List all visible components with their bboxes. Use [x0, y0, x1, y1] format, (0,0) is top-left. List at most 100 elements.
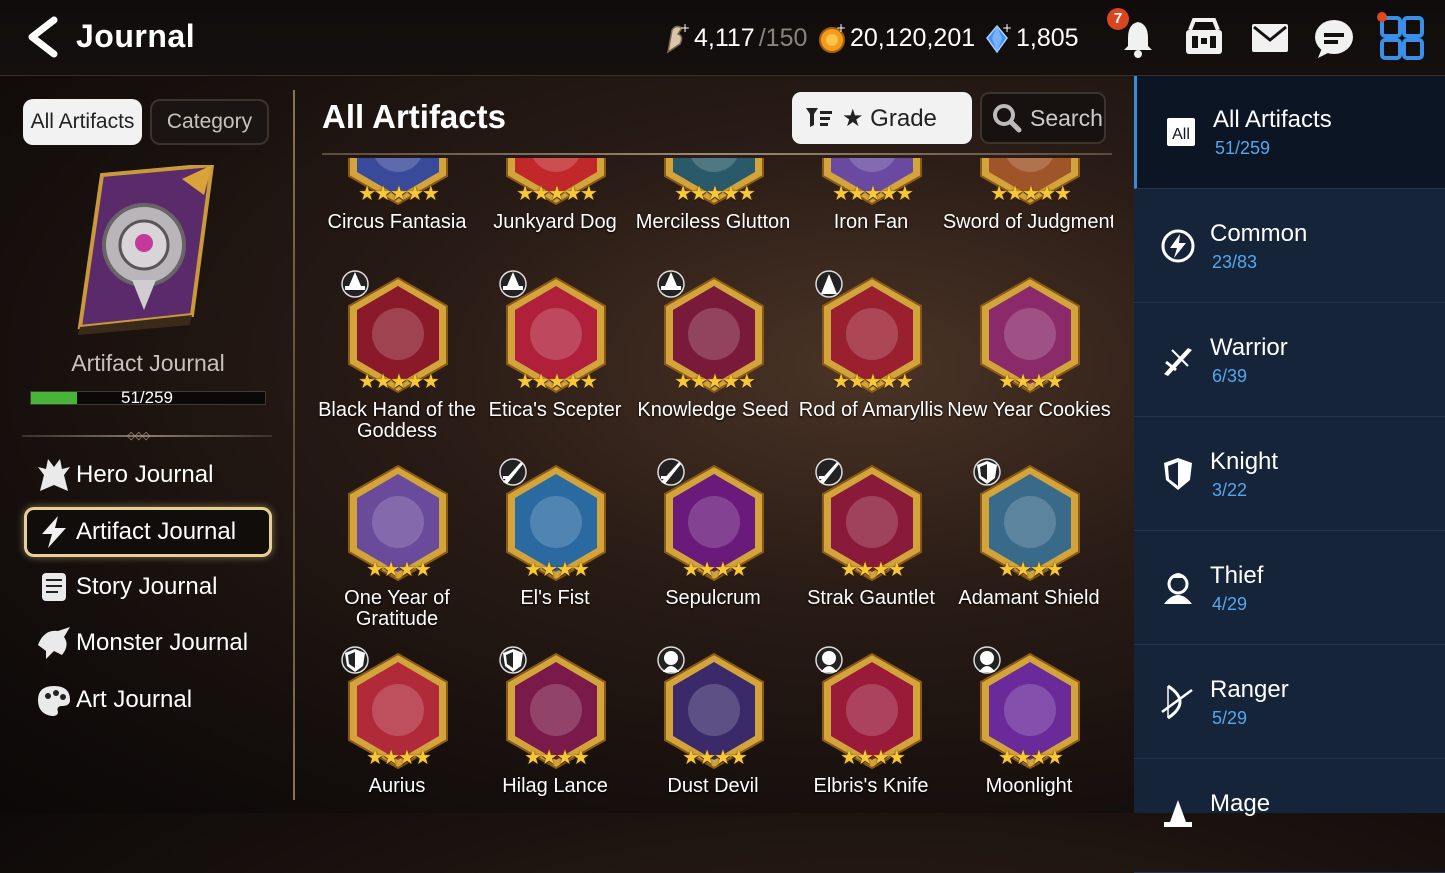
star-rating: ★★★★★ — [674, 183, 756, 205]
nav-label: Art Journal — [76, 686, 193, 713]
search-button[interactable]: Search — [980, 92, 1106, 144]
divider-ornament: ◇◇◇ — [127, 430, 150, 442]
nav-label: Artifact Journal — [76, 518, 237, 545]
search-label: Search — [1030, 104, 1103, 131]
category-common[interactable]: Common 23/83 — [1134, 190, 1445, 303]
artifact-icon: ★★★★★ — [503, 158, 609, 206]
chat-icon[interactable] — [1312, 16, 1356, 60]
artifact-icon: ★★★★ — [815, 458, 925, 582]
artifact-icon: ★★★★ — [973, 458, 1083, 582]
svg-text:+: + — [1002, 22, 1012, 35]
nav-story-journal[interactable]: Story Journal — [24, 562, 272, 612]
grade-sort-button[interactable]: ★ Grade — [792, 92, 972, 144]
menu-grid-icon[interactable] — [1380, 16, 1424, 60]
artifact-card[interactable]: ★★★★ Aurius — [318, 646, 476, 813]
scroll-icon — [42, 573, 66, 601]
artifact-name: Iron Fan — [833, 211, 909, 233]
nav-monster-journal[interactable]: Monster Journal — [24, 618, 272, 668]
artifact-card[interactable]: ★★★★ Hilag Lance — [476, 646, 634, 813]
artifact-card[interactable]: ★★★★★ Etica's Scepter — [476, 270, 634, 456]
knight-class-icon — [499, 646, 527, 674]
back-arrow-icon[interactable] — [22, 16, 62, 58]
artifact-card[interactable]: ★★★★ Sepulcrum — [634, 458, 792, 644]
warrior-class-icon — [657, 458, 685, 486]
palette-icon — [38, 686, 70, 716]
top-bar: Journal + 4,117 /150 + 20,120,201 + 1,80… — [0, 0, 1445, 76]
category-mage[interactable]: Mage — [1134, 760, 1445, 873]
stamina-max: /150 — [758, 23, 808, 52]
artifact-name: Dust Devil — [667, 775, 759, 797]
artifact-name: Moonlight — [985, 775, 1073, 797]
thief-class-icon — [657, 646, 685, 674]
artifact-journal-label: Artifact Journal — [71, 350, 225, 376]
mage-icon — [1164, 800, 1192, 827]
artifact-icon: ★★★★★ — [819, 158, 925, 206]
artifact-card[interactable]: ★★★★★ Iron Fan — [792, 158, 950, 268]
notification-badge: 7 — [1107, 8, 1129, 30]
mage-class-icon — [499, 270, 527, 298]
artifact-name: Etica's Scepter — [488, 399, 622, 421]
artifact-name: Strak Gauntlet — [807, 587, 935, 609]
star-rating: ★★★★★ — [358, 183, 440, 205]
star-rating: ★★★★ — [998, 747, 1064, 769]
category-warrior[interactable]: Warrior 6/39 — [1134, 304, 1445, 417]
artifact-card[interactable]: ★★★★ New Year Cookies — [947, 276, 1111, 456]
star-rating: ★★★★ — [840, 559, 906, 581]
artifact-card[interactable]: ★★★★ Moonlight — [950, 646, 1108, 813]
main-divider — [322, 153, 1112, 155]
category-label: Ranger — [1210, 676, 1289, 703]
artifact-name: Circus Fantasia — [327, 211, 467, 233]
artifact-name: Aurius — [368, 775, 426, 797]
tab-all-artifacts[interactable]: All Artifacts — [23, 99, 142, 145]
mail-icon[interactable] — [1248, 16, 1292, 60]
nav-artifact-journal[interactable]: Artifact Journal — [24, 507, 272, 557]
category-ranger[interactable]: Ranger 5/29 — [1134, 646, 1445, 759]
category-count: 5/29 — [1212, 708, 1248, 728]
artifact-card[interactable]: ★★★★ El's Fist — [476, 458, 634, 644]
artifact-card[interactable]: ★★★★ Dust Devil — [634, 646, 792, 813]
ranger-icon — [1161, 684, 1193, 720]
artifact-card[interactable]: ★★★★ Strak Gauntlet — [792, 458, 950, 644]
artifact-icon: ★★★★ — [657, 646, 767, 770]
artifact-icon: ★★★★ — [499, 646, 609, 770]
artifact-card[interactable]: ★★★★ Elbris's Knife — [792, 646, 950, 813]
nav-art-journal[interactable]: Art Journal — [24, 675, 272, 725]
grade-label: ★ Grade — [842, 104, 937, 132]
svg-text:+: + — [836, 22, 846, 35]
artifact-card[interactable]: ★★★★★ Knowledge Seed — [634, 270, 792, 456]
category-knight[interactable]: Knight 3/22 — [1134, 418, 1445, 531]
artifact-name: Sword of Judgment — [942, 211, 1113, 233]
mage-class-icon — [341, 270, 369, 298]
tab-category[interactable]: Category — [150, 99, 269, 145]
thief-class-icon — [815, 646, 843, 674]
artifact-card[interactable]: ★★★★★ Circus Fantasia — [318, 158, 476, 268]
knight-icon — [1164, 458, 1192, 490]
artifact-card[interactable]: ★★★★★ Junkyard Dog — [476, 158, 634, 268]
gold-counter[interactable]: + 20,120,201 — [816, 22, 975, 54]
category-label: Thief — [1210, 562, 1264, 589]
artifact-card[interactable]: ★★★★★ Merciless Glutton — [634, 158, 792, 268]
star-rating: ★★★★ — [998, 371, 1064, 393]
artifact-name: Elbris's Knife — [813, 775, 929, 797]
category-all-artifacts[interactable]: All All Artifacts 51/259 — [1134, 76, 1445, 189]
nav-label: Monster Journal — [76, 629, 249, 656]
chest-icon[interactable] — [1182, 16, 1226, 60]
artifact-card[interactable]: ★★★★★ Sword of Judgment — [943, 158, 1113, 268]
hero-icon — [38, 459, 70, 491]
artifact-card[interactable]: ★★★★ One Year of Gratitude — [318, 464, 476, 644]
artifact-card[interactable]: ★★★★★ Black Hand of the Goddess — [318, 270, 476, 456]
monster-icon — [38, 627, 70, 659]
nav-hero-journal[interactable]: Hero Journal — [24, 450, 272, 500]
artifact-card[interactable]: ★★★★★ Rod of Amaryllis — [792, 270, 950, 456]
artifact-card[interactable]: ★★★★ Adamant Shield — [950, 458, 1108, 644]
crystal-counter[interactable]: + 1,805 — [982, 22, 1079, 54]
artifact-name: Knowledge Seed — [637, 399, 789, 421]
artifact-icon: ★★★★ — [345, 464, 451, 582]
artifact-grid[interactable]: ★★★★★ Circus Fantasia ★★★★★ Junkyard Dog ★★★… — [318, 158, 1113, 813]
stamina-counter[interactable]: + 4,117 /150 — [660, 22, 807, 54]
nav-label: Hero Journal — [76, 461, 214, 488]
artifact-name: El's Fist — [520, 587, 590, 609]
artifact-icon: ★★★★★ — [341, 270, 451, 394]
category-thief[interactable]: Thief 4/29 — [1134, 532, 1445, 645]
artifact-name: Adamant Shield — [958, 587, 1100, 609]
